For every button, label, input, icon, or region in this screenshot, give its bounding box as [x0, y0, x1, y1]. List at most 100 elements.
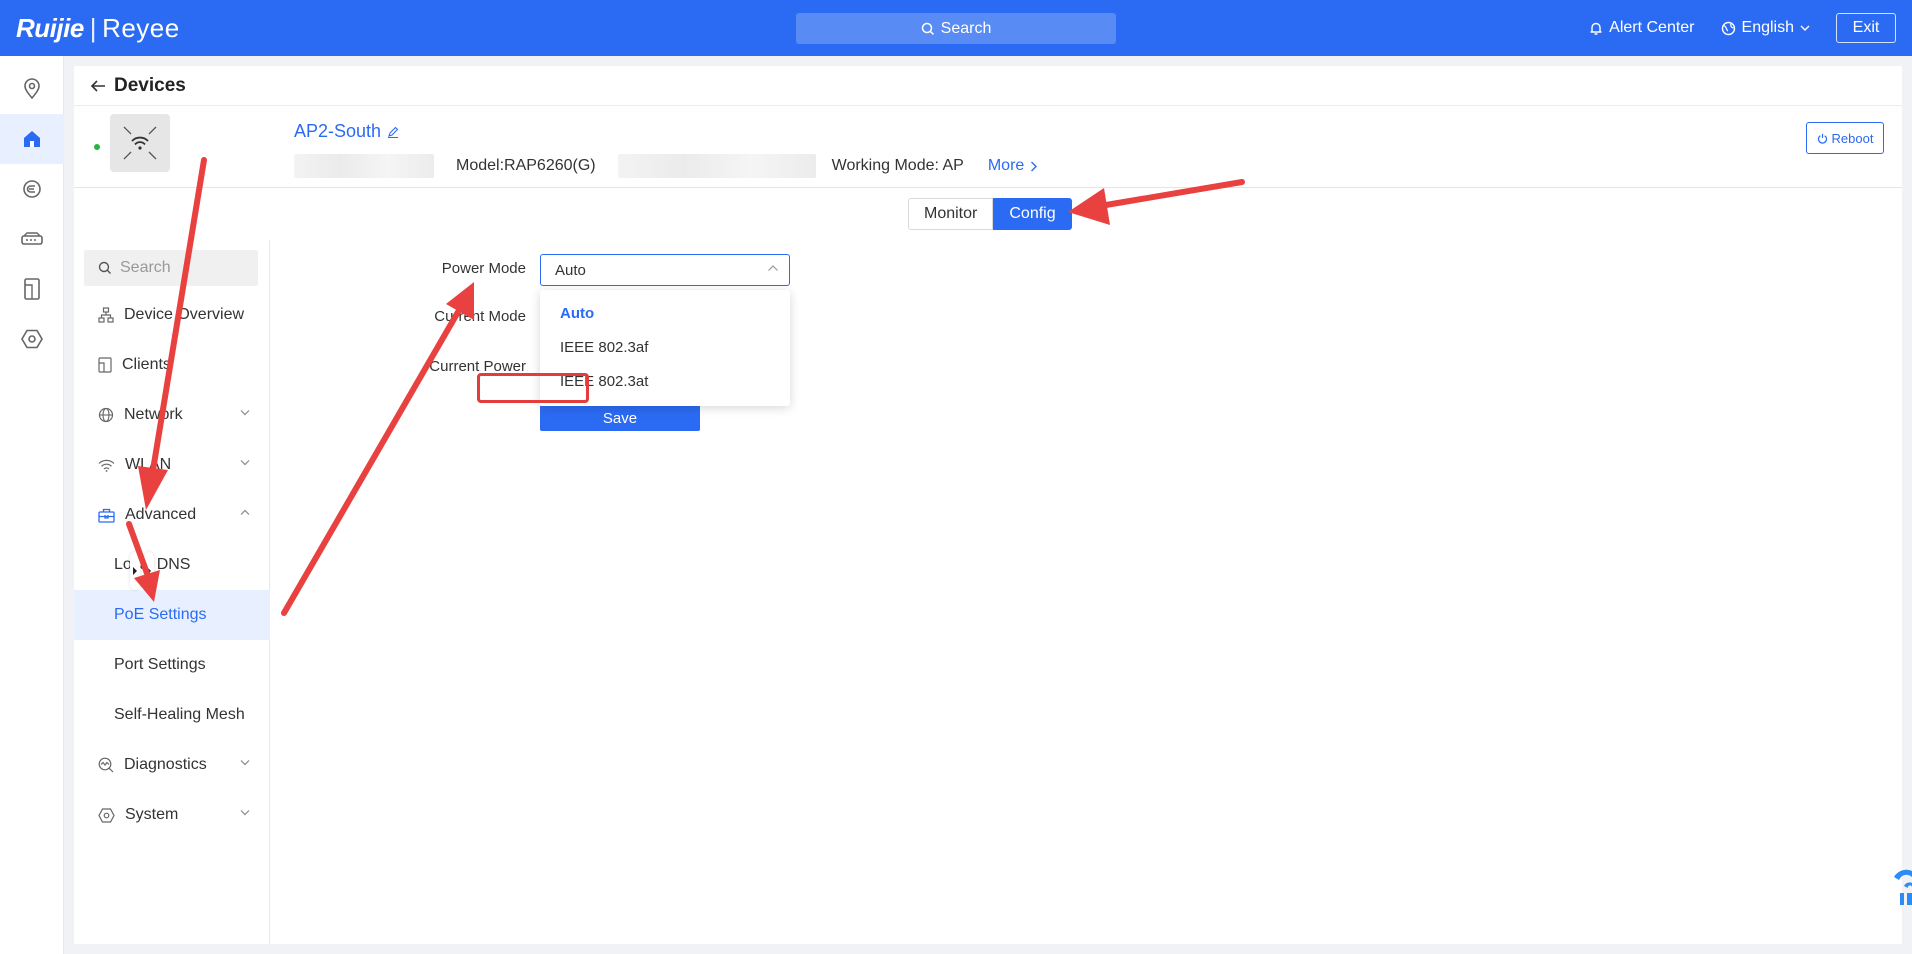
annotation-highlight-box: [477, 373, 589, 403]
edit-icon[interactable]: [387, 126, 399, 138]
back-arrow-icon[interactable]: [90, 79, 106, 93]
view-tabs: Monitor Config: [908, 198, 1072, 230]
rail-switch[interactable]: [0, 214, 64, 264]
chevron-down-icon: [240, 760, 250, 766]
redacted-serial: [294, 154, 434, 178]
rail-home[interactable]: [0, 114, 64, 164]
sidebar-item-poe-settings[interactable]: PoE Settings: [74, 590, 270, 640]
sidebar-item-advanced[interactable]: Advanced: [74, 490, 270, 540]
toolbox-icon: [98, 508, 115, 523]
more-link[interactable]: More: [987, 157, 1038, 175]
device-name[interactable]: AP2-South: [294, 121, 399, 142]
cloud-icon: [23, 180, 41, 198]
sidebar-item-self-healing-mesh[interactable]: Self-Healing Mesh: [74, 690, 270, 740]
sidebar-item-label: Advanced: [125, 506, 197, 523]
sidebar-item-label: Port Settings: [114, 656, 206, 673]
sidebar-item-system[interactable]: System: [74, 790, 270, 840]
system-icon: [98, 807, 115, 823]
redacted-mac: [617, 154, 816, 178]
rail-cloud[interactable]: [0, 164, 64, 214]
sidebar-item-local-dns[interactable]: Local DNS: [74, 540, 270, 590]
sidebar-item-label: Clients: [122, 356, 171, 373]
collapse-handle-left[interactable]: [130, 552, 140, 590]
top-bar: Ruijie | Reyee Search Alert Center Engli…: [0, 0, 1912, 56]
access-point-icon: [123, 126, 157, 160]
exit-button[interactable]: Exit: [1836, 13, 1896, 43]
power-mode-select[interactable]: Auto: [540, 254, 790, 286]
sidebar-item-diagnostics[interactable]: Diagnostics: [74, 740, 270, 790]
top-right-actions: Alert Center English Exit: [1589, 0, 1912, 56]
sidebar-item-label: Network: [124, 406, 183, 423]
power-icon: [1817, 133, 1827, 144]
global-search[interactable]: Search: [796, 13, 1116, 44]
rail-location[interactable]: [0, 64, 64, 114]
reboot-label: Reboot: [1831, 130, 1874, 146]
caret-right-icon: [133, 567, 137, 575]
home-icon: [24, 131, 40, 147]
current-mode-label: Current Mode: [434, 308, 526, 325]
device-name-text: AP2-South: [294, 121, 382, 141]
language-label: English: [1741, 19, 1794, 36]
switch-icon: [21, 232, 43, 245]
caret-right-icon: [147, 567, 151, 575]
sidebar-item-label: PoE Settings: [114, 606, 207, 623]
chevron-right-icon: [1031, 161, 1038, 171]
location-icon: [24, 78, 40, 100]
power-mode-label: Power Mode: [441, 260, 526, 277]
sidebar-search-input[interactable]: Search: [84, 250, 258, 286]
option-auto[interactable]: Auto: [540, 296, 790, 330]
sidebar-item-device-overview[interactable]: Device Overview: [74, 290, 270, 340]
wifi-icon: [98, 459, 115, 472]
sidebar-item-label: Diagnostics: [124, 756, 207, 773]
sidebar-search-placeholder: Search: [120, 259, 171, 276]
bell-icon: [1590, 22, 1602, 35]
chevron-down-icon: [240, 460, 250, 466]
alert-center-button[interactable]: Alert Center: [1589, 19, 1695, 37]
sidebar-menu: Device Overview Clients Network WLAN Adv…: [74, 290, 270, 840]
page-title: Devices: [114, 74, 186, 96]
working-mode: Working Mode: AP: [831, 157, 964, 174]
chevron-up-icon: [240, 509, 250, 515]
assistant-icon: [1894, 869, 1912, 905]
tab-monitor[interactable]: Monitor: [908, 198, 994, 230]
sidebar-item-label: Device Overview: [124, 306, 245, 323]
device-model: Model:RAP6260(G): [456, 157, 596, 174]
global-search-label: Search: [940, 19, 992, 37]
online-status-dot: [94, 144, 100, 150]
language-selector[interactable]: English: [1721, 19, 1810, 37]
diagnostics-icon: [98, 757, 114, 773]
sidebar-item-label: Self-Healing Mesh: [114, 706, 245, 723]
sidebar-item-port-settings[interactable]: Port Settings: [74, 640, 270, 690]
option-ieee-802-3af[interactable]: IEEE 802.3af: [540, 330, 790, 364]
search-icon: [98, 261, 111, 274]
ruijie-logo: Ruijie | Reyee: [16, 12, 180, 44]
assistant-float-icon[interactable]: [1890, 859, 1912, 912]
rail-device[interactable]: [0, 264, 64, 314]
chevron-down-icon: [1800, 25, 1810, 31]
collapse-handle-right[interactable]: [144, 552, 154, 590]
brand-separator: |: [89, 12, 97, 43]
chevron-down-icon: [240, 410, 250, 416]
save-button[interactable]: Save: [540, 406, 700, 431]
more-label: More: [987, 157, 1025, 174]
sidebar-item-clients[interactable]: Clients: [74, 340, 270, 390]
device-icon: [24, 278, 40, 300]
globe-icon: [1721, 21, 1735, 35]
config-sidebar: Search Device Overview Clients Network W…: [74, 240, 270, 944]
sidebar-item-network[interactable]: Network: [74, 390, 270, 440]
main-panel: Devices AP2-South Model:RAP6260(G) Worki…: [74, 66, 1902, 944]
page-header: Devices: [74, 66, 1902, 106]
device-info: AP2-South Model:RAP6260(G) Working Mode:…: [74, 106, 1902, 188]
brand-right: Reyee: [102, 12, 180, 43]
sidebar-item-label: System: [125, 806, 179, 823]
globe-icon: [98, 407, 114, 423]
tab-config[interactable]: Config: [993, 198, 1072, 230]
topology-icon: [98, 307, 114, 323]
rail-settings[interactable]: [0, 314, 64, 364]
sidebar-item-label: WLAN: [125, 456, 172, 473]
device-details: Model:RAP6260(G) Working Mode: AP More: [294, 152, 1038, 180]
reboot-button[interactable]: Reboot: [1806, 122, 1884, 154]
sidebar-item-wlan[interactable]: WLAN: [74, 440, 270, 490]
collapse-handles: [130, 552, 154, 590]
search-icon: [921, 22, 934, 35]
